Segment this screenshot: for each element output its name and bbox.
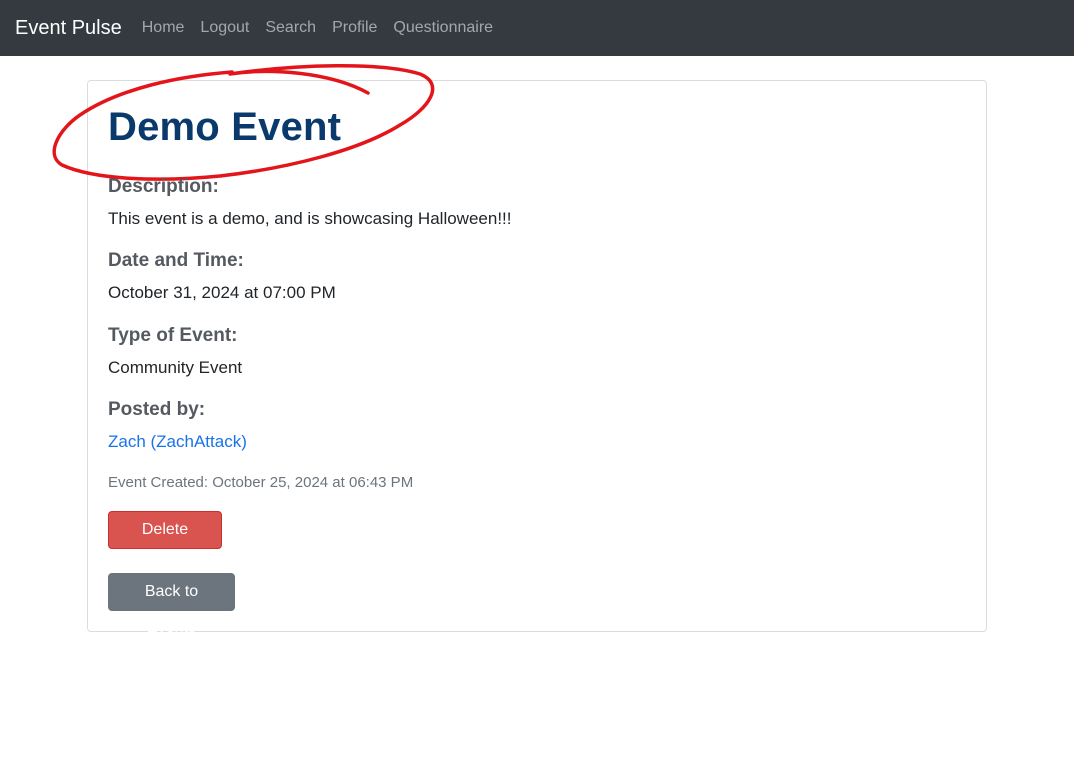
event-title: Demo Event — [108, 105, 342, 149]
nav-link-profile[interactable]: Profile — [324, 19, 385, 37]
nav-link-search[interactable]: Search — [257, 19, 324, 37]
delete-event-button[interactable]: Delete Event — [108, 511, 222, 574]
type-text: Community Event — [108, 358, 243, 377]
nav-link-home[interactable]: Home — [134, 19, 193, 37]
brand-link[interactable]: Event Pulse — [15, 17, 122, 40]
nav-link-logout[interactable]: Logout — [192, 19, 257, 37]
back-to-events-button[interactable]: Back to Events — [108, 573, 235, 636]
datetime-label: Date and Time: — [108, 250, 244, 271]
type-label: Type of Event: — [108, 325, 238, 346]
datetime-text: October 31, 2024 at 07:00 PM — [108, 283, 336, 302]
author-link[interactable]: Zach (ZachAttack) — [108, 430, 247, 454]
navbar: Event Pulse Home Logout Search Profile Q… — [0, 0, 1074, 56]
event-created-text: Event Created: October 25, 2024 at 06:43… — [108, 474, 414, 491]
description-label: Description: — [108, 176, 219, 197]
nav-link-questionnaire[interactable]: Questionnaire — [385, 19, 501, 37]
description-text: This event is a demo, and is showcasing … — [108, 209, 512, 228]
posted-by-label: Posted by: — [108, 399, 206, 420]
